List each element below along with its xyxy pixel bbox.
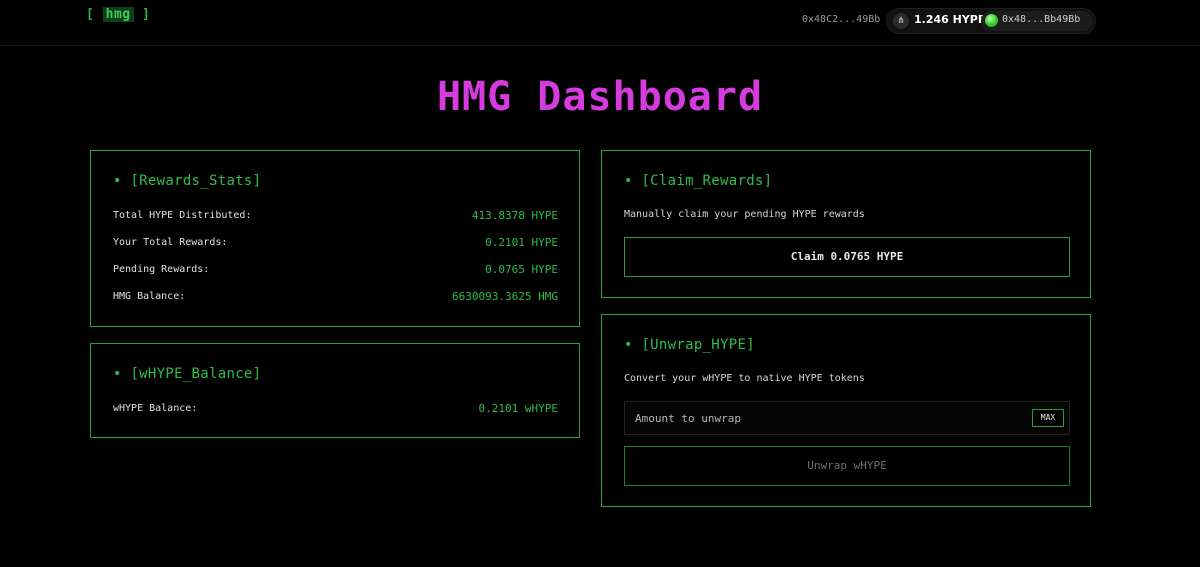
unwrap-amount-field: MAX: [624, 401, 1070, 435]
unwrap-hype-title: • [Unwrap_HYPE]: [624, 337, 755, 353]
logo-bracket-close: ]: [141, 7, 151, 22]
claim-rewards-title: • [Claim_Rewards]: [624, 173, 773, 189]
whype-balance-label: wHYPE Balance:: [113, 403, 198, 414]
unwrap-button[interactable]: Unwrap wHYPE: [624, 446, 1070, 486]
total-distributed-value: 413.8378 HYPE: [471, 209, 558, 222]
whype-balance-value: 0.2101 wHYPE: [478, 402, 558, 415]
unwrap-description: Convert your wHYPE to native HYPE tokens: [624, 373, 865, 384]
logo-bracket-open: [: [86, 7, 95, 22]
logo-text: hmg: [102, 7, 134, 22]
wallet-balance: 1.246 HYPE: [914, 13, 986, 26]
avatar: [985, 14, 998, 27]
whype-balance-title: • [wHYPE_Balance]: [113, 366, 262, 382]
pending-rewards-label: Pending Rewards:: [113, 264, 210, 275]
claim-button[interactable]: Claim 0.0765 HYPE: [624, 237, 1070, 277]
wallet-account-address: 0x48...Bb49Bb: [1002, 14, 1081, 25]
wallet-pill[interactable]: ⋔ 1.246 HYPE 0x48...Bb49Bb: [886, 8, 1096, 34]
hmg-balance-value: 6630093.3625 HMG: [452, 290, 558, 303]
max-button[interactable]: MAX: [1032, 409, 1064, 427]
rewards-stats-card: • [Rewards_Stats] Total HYPE Distributed…: [90, 150, 580, 327]
unwrap-amount-input[interactable]: [635, 402, 1015, 434]
total-rewards-label: Your Total Rewards:: [113, 237, 228, 248]
logo[interactable]: [ hmg ]: [86, 7, 150, 22]
rewards-stats-title: • [Rewards_Stats]: [113, 173, 262, 189]
total-rewards-value: 0.2101 HYPE: [485, 236, 558, 249]
claim-rewards-card: • [Claim_Rewards] Manually claim your pe…: [601, 150, 1091, 298]
hmg-balance-label: HMG Balance:: [113, 291, 186, 302]
top-header: [ hmg ] 0x48C2...49Bb ⋔ 1.246 HYPE 0x48.…: [0, 0, 1200, 46]
whype-balance-card: • [wHYPE_Balance] wHYPE Balance: 0.2101 …: [90, 343, 580, 438]
total-distributed-label: Total HYPE Distributed:: [113, 210, 252, 221]
unwrap-hype-card: • [Unwrap_HYPE] Convert your wHYPE to na…: [601, 314, 1091, 507]
network-icon[interactable]: ⋔: [893, 13, 909, 29]
wallet-account-button[interactable]: 0x48...Bb49Bb: [981, 11, 1093, 31]
page-title: HMG Dashboard: [436, 74, 764, 120]
claim-rewards-description: Manually claim your pending HYPE rewards: [624, 209, 865, 220]
header-address[interactable]: 0x48C2...49Bb: [802, 14, 880, 25]
pending-rewards-value: 0.0765 HYPE: [485, 263, 558, 276]
